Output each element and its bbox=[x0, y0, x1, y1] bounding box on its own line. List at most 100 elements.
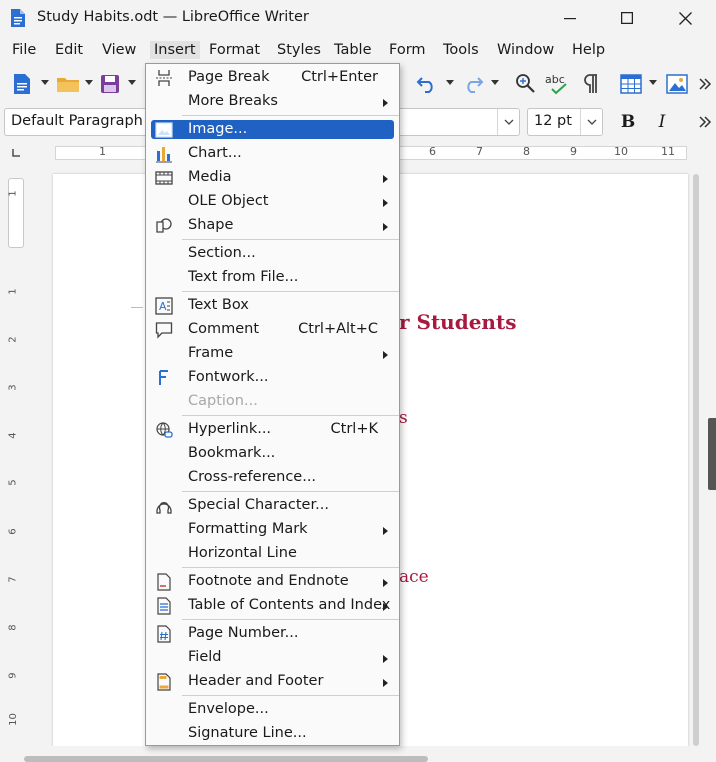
bold-button[interactable]: B bbox=[616, 108, 640, 136]
redo-dropdown-caret[interactable] bbox=[491, 80, 499, 85]
sidebar-grip[interactable] bbox=[708, 418, 716, 490]
toolbar-overflow-button[interactable] bbox=[696, 70, 714, 98]
menu-item-field[interactable]: Field bbox=[146, 646, 399, 670]
menu-item-text-box[interactable]: A Text Box bbox=[146, 294, 399, 318]
shape-icon bbox=[155, 217, 173, 235]
menu-item-shape[interactable]: Shape bbox=[146, 214, 399, 238]
find-replace-button[interactable] bbox=[512, 70, 540, 98]
menu-item-comment[interactable]: Comment Ctrl+Alt+C bbox=[146, 318, 399, 342]
close-button[interactable] bbox=[656, 0, 714, 36]
spellcheck-icon: abc bbox=[545, 73, 567, 95]
menu-item-envelope[interactable]: Envelope... bbox=[146, 698, 399, 722]
chevron-down-icon bbox=[587, 119, 596, 125]
horizontal-scrollbar[interactable] bbox=[0, 746, 716, 762]
menu-item-page-break[interactable]: Page Break Ctrl+Enter bbox=[146, 66, 399, 90]
menu-item-table-of-contents[interactable]: Table of Contents and Index bbox=[146, 594, 399, 618]
font-name-combo[interactable] bbox=[398, 108, 520, 136]
menu-item-media[interactable]: Media bbox=[146, 166, 399, 190]
menu-item-text-from-file[interactable]: Text from File... bbox=[146, 266, 399, 290]
maximize-icon bbox=[621, 12, 633, 24]
menu-styles[interactable]: Styles bbox=[273, 41, 325, 59]
italic-button[interactable]: I bbox=[650, 108, 674, 136]
ruler-number: 9 bbox=[570, 145, 577, 158]
formatting-marks-button[interactable] bbox=[578, 70, 604, 98]
save-dropdown-caret[interactable] bbox=[128, 80, 136, 85]
find-replace-icon bbox=[516, 74, 535, 93]
submenu-arrow-icon bbox=[383, 579, 388, 587]
menu-form[interactable]: Form bbox=[385, 41, 430, 59]
menu-item-ole-object[interactable]: OLE Object bbox=[146, 190, 399, 214]
menu-item-section[interactable]: Section... bbox=[146, 242, 399, 266]
ruler-number: 6 bbox=[429, 145, 436, 158]
horizontal-scroll-thumb[interactable] bbox=[24, 756, 428, 762]
new-document-button[interactable] bbox=[10, 70, 34, 98]
writer-app-icon bbox=[11, 9, 25, 27]
undo-button[interactable] bbox=[412, 70, 442, 98]
font-name-dropdown[interactable] bbox=[497, 109, 519, 135]
minimize-button[interactable] bbox=[541, 0, 599, 36]
chevron-down-icon bbox=[504, 119, 513, 125]
vruler-number: 6 bbox=[7, 528, 19, 535]
menu-item-special-character[interactable]: Special Character... bbox=[146, 494, 399, 518]
save-button[interactable] bbox=[98, 70, 122, 98]
menu-item-horizontal-line[interactable]: Horizontal Line bbox=[146, 542, 399, 566]
font-size-dropdown[interactable] bbox=[580, 109, 602, 135]
vertical-ruler[interactable]: 1 1 2 3 4 5 6 7 8 9 10 bbox=[6, 174, 24, 746]
submenu-arrow-icon bbox=[383, 603, 388, 611]
svg-text:abc: abc bbox=[545, 73, 565, 86]
maximize-button[interactable] bbox=[598, 0, 656, 36]
table-dropdown-caret[interactable] bbox=[649, 80, 657, 85]
ruler-number: 8 bbox=[523, 145, 530, 158]
menu-item-chart[interactable]: Chart... bbox=[146, 142, 399, 166]
vertical-scrollbar[interactable] bbox=[690, 174, 700, 746]
menu-insert[interactable]: Insert bbox=[150, 41, 200, 59]
menu-separator bbox=[182, 415, 399, 416]
format-overflow-button[interactable] bbox=[696, 108, 714, 136]
title-bar: Study Habits.odt — LibreOffice Writer bbox=[0, 0, 716, 38]
insert-table-button[interactable] bbox=[617, 70, 645, 98]
menu-item-page-number[interactable]: Page Number... bbox=[146, 622, 399, 646]
menu-separator bbox=[182, 619, 399, 620]
menu-item-signature-line[interactable]: Signature Line... bbox=[146, 722, 399, 746]
paragraph-style-combo[interactable]: Default Paragraph St bbox=[4, 108, 145, 136]
new-dropdown-caret[interactable] bbox=[41, 80, 49, 85]
menu-item-header-footer[interactable]: Header and Footer bbox=[146, 670, 399, 694]
vruler-number: 7 bbox=[7, 576, 19, 583]
menu-item-fontwork[interactable]: Fontwork... bbox=[146, 366, 399, 390]
menu-view[interactable]: View bbox=[98, 41, 140, 59]
redo-button[interactable] bbox=[459, 70, 487, 98]
menu-edit[interactable]: Edit bbox=[51, 41, 87, 59]
menu-tools[interactable]: Tools bbox=[439, 41, 483, 59]
insert-menu: Page Break Ctrl+Enter More Breaks Image.… bbox=[145, 63, 400, 746]
ruler-number: 7 bbox=[476, 145, 483, 158]
header-footer-icon bbox=[155, 673, 173, 691]
footnote-icon bbox=[155, 573, 173, 591]
menu-table[interactable]: Table bbox=[330, 41, 376, 59]
menu-item-hyperlink[interactable]: Hyperlink... Ctrl+K bbox=[146, 418, 399, 442]
open-dropdown-caret[interactable] bbox=[85, 80, 93, 85]
menu-help[interactable]: Help bbox=[568, 41, 609, 59]
undo-icon bbox=[416, 77, 433, 93]
undo-dropdown-caret[interactable] bbox=[446, 80, 454, 85]
svg-text:A: A bbox=[159, 300, 167, 313]
menu-item-formatting-mark[interactable]: Formatting Mark bbox=[146, 518, 399, 542]
tab-stop-type-icon bbox=[12, 149, 20, 157]
vertical-scroll-thumb[interactable] bbox=[693, 174, 699, 746]
insert-image-button[interactable] bbox=[664, 70, 690, 98]
menu-format[interactable]: Format bbox=[205, 41, 264, 59]
special-character-icon bbox=[155, 497, 173, 515]
chart-icon bbox=[155, 145, 173, 163]
font-size-combo[interactable]: 12 pt bbox=[527, 108, 603, 136]
open-button[interactable] bbox=[55, 70, 81, 98]
menu-item-footnote-endnote[interactable]: Footnote and Endnote bbox=[146, 570, 399, 594]
vruler-number: 3 bbox=[7, 384, 19, 391]
menu-item-more-breaks[interactable]: More Breaks bbox=[146, 90, 399, 114]
menu-item-cross-reference[interactable]: Cross-reference... bbox=[146, 466, 399, 490]
spelling-button[interactable]: abc bbox=[543, 70, 573, 98]
menu-item-image[interactable]: Image... bbox=[146, 118, 399, 142]
menu-file[interactable]: File bbox=[8, 41, 40, 59]
vruler-number: 1 bbox=[7, 190, 19, 197]
menu-item-frame[interactable]: Frame bbox=[146, 342, 399, 366]
menu-item-bookmark[interactable]: Bookmark... bbox=[146, 442, 399, 466]
menu-window[interactable]: Window bbox=[493, 41, 558, 59]
